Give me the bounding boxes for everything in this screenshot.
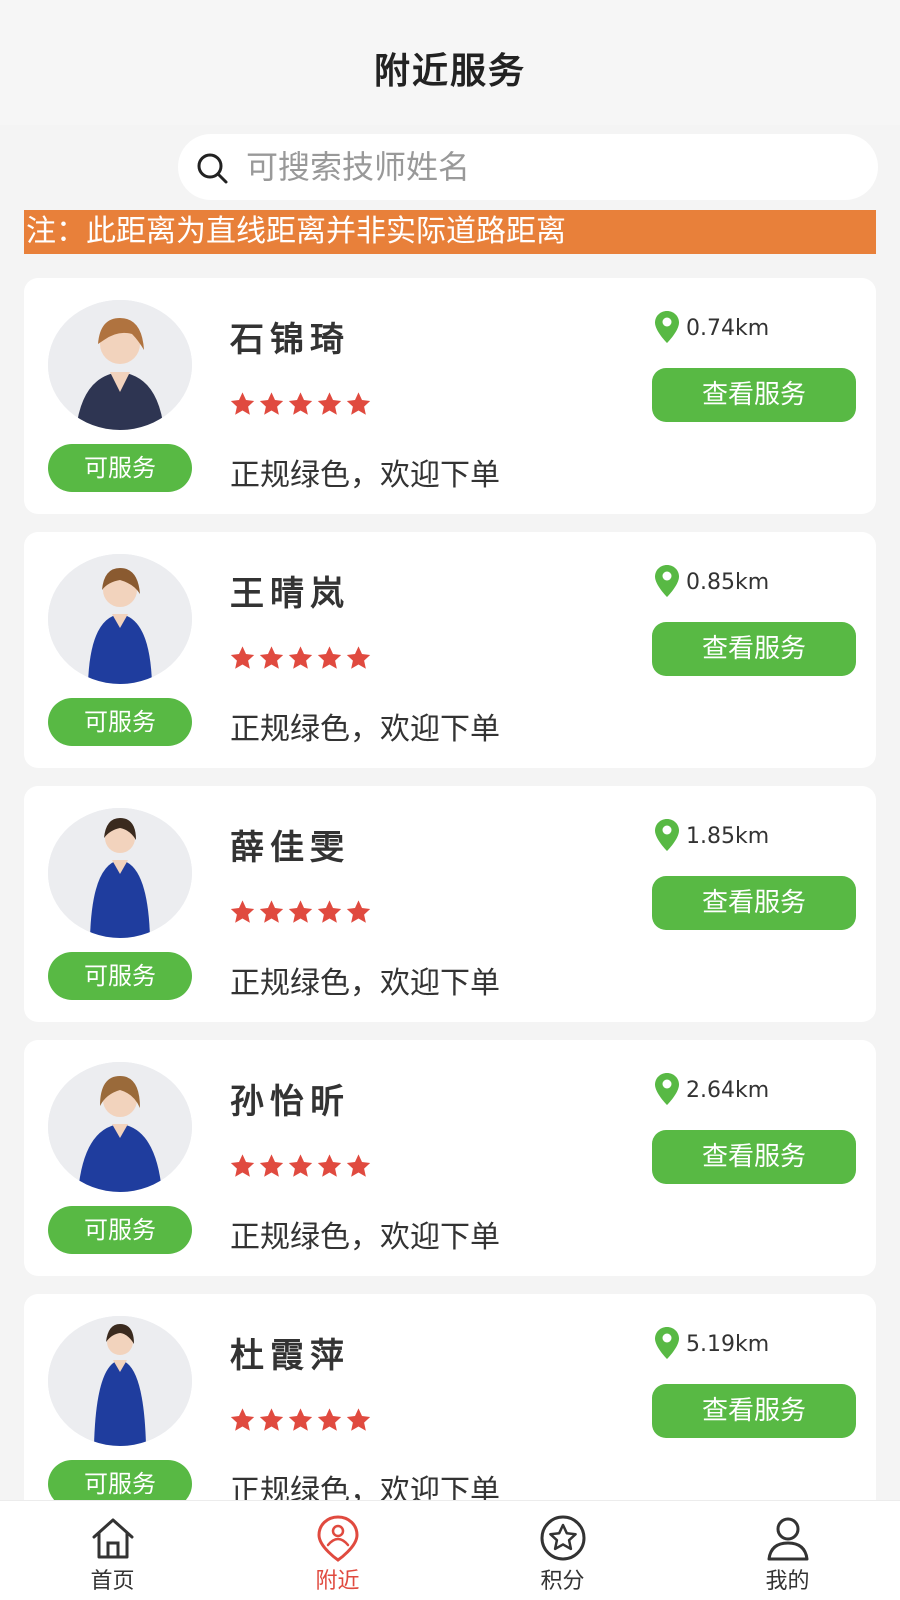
star-icon: [346, 1408, 371, 1431]
location-pin-icon: [655, 1327, 679, 1359]
technician-card[interactable]: 可服务 孙怡昕 正规绿色，欢迎下单 2.64km 查看服务: [24, 1040, 876, 1276]
avatar: [48, 554, 192, 684]
technician-name: 孙怡昕: [230, 1082, 350, 1122]
star-icon: [259, 646, 284, 669]
status-badge: 可服务: [48, 698, 192, 746]
star-icon: [259, 1408, 284, 1431]
distance: 0.85km: [654, 558, 769, 598]
avatar: [48, 1062, 192, 1192]
header: 附近服务: [0, 0, 900, 125]
search-icon: [197, 153, 228, 184]
location-pin-icon: [655, 819, 679, 851]
distance-notice: 注：此距离为直线距离并非实际道路距离: [24, 210, 876, 254]
location-pin-icon: [655, 311, 679, 343]
distance-value: 2.64km: [686, 1078, 770, 1103]
technician-description: 正规绿色，欢迎下单: [230, 966, 500, 1001]
tab-points[interactable]: 积分: [450, 1501, 675, 1600]
location-pin-icon: [655, 1073, 679, 1105]
distance: 0.74km: [654, 304, 769, 344]
star-icon: [288, 900, 313, 923]
status-badge: 可服务: [48, 444, 192, 492]
rating-stars: [228, 1406, 373, 1436]
bottom-tab-bar: 首页 附近 积分 我的: [0, 1500, 900, 1600]
profile-icon: [767, 1517, 809, 1561]
star-icon: [288, 646, 313, 669]
technician-card[interactable]: 可服务 杜霞萍 正规绿色，欢迎下单 5.19km 查看服务: [24, 1294, 876, 1500]
tab-mine[interactable]: 我的: [675, 1501, 900, 1600]
tab-nearby[interactable]: 附近: [225, 1501, 450, 1600]
technician-description: 正规绿色，欢迎下单: [230, 458, 500, 493]
rating-stars: [228, 898, 373, 928]
tab-label: 附近: [315, 1569, 360, 1594]
distance-value: 0.74km: [686, 316, 770, 341]
star-icon: [259, 392, 284, 415]
star-icon: [317, 1154, 342, 1177]
rating-stars: [228, 390, 373, 420]
points-star-icon: [540, 1515, 586, 1561]
tab-label: 我的: [765, 1569, 810, 1594]
technician-name: 杜霞萍: [230, 1336, 350, 1376]
distance: 2.64km: [654, 1066, 769, 1106]
avatar: [48, 1316, 192, 1446]
star-icon: [346, 900, 371, 923]
view-service-button[interactable]: 查看服务: [652, 622, 856, 676]
technician-description: 正规绿色，欢迎下单: [230, 712, 500, 747]
distance: 5.19km: [654, 1320, 769, 1360]
technician-name: 石锦琦: [230, 320, 350, 360]
avatar: [48, 300, 192, 430]
technician-name: 王晴岚: [230, 574, 350, 614]
technician-card[interactable]: 可服务 石锦琦 正规绿色，欢迎下单 0.74km 查看服务: [24, 278, 876, 514]
status-badge: 可服务: [48, 1460, 192, 1500]
star-icon: [230, 1408, 255, 1431]
view-service-button[interactable]: 查看服务: [652, 1130, 856, 1184]
star-icon: [259, 1154, 284, 1177]
star-icon: [288, 392, 313, 415]
avatar: [48, 808, 192, 938]
technician-description: 正规绿色，欢迎下单: [230, 1220, 500, 1255]
technician-name: 薛佳雯: [230, 828, 350, 868]
star-icon: [346, 392, 371, 415]
search-input[interactable]: [246, 134, 846, 200]
technician-card[interactable]: 可服务 薛佳雯 正规绿色，欢迎下单 1.85km 查看服务: [24, 786, 876, 1022]
location-pin-icon: [655, 565, 679, 597]
star-icon: [346, 646, 371, 669]
star-icon: [230, 646, 255, 669]
distance: 1.85km: [654, 812, 769, 852]
view-service-button[interactable]: 查看服务: [652, 368, 856, 422]
star-icon: [317, 1408, 342, 1431]
star-icon: [230, 1154, 255, 1177]
home-icon: [92, 1518, 134, 1559]
view-service-button[interactable]: 查看服务: [652, 1384, 856, 1438]
star-icon: [317, 646, 342, 669]
tab-label: 首页: [90, 1569, 135, 1594]
rating-stars: [228, 1152, 373, 1182]
star-icon: [288, 1408, 313, 1431]
star-icon: [317, 392, 342, 415]
tab-label: 积分: [540, 1569, 585, 1594]
technician-list[interactable]: 可服务 石锦琦 正规绿色，欢迎下单 0.74km 查看服务 可服务 王晴岚 正规…: [24, 278, 876, 1500]
technician-description: 正规绿色，欢迎下单: [230, 1474, 500, 1500]
star-icon: [288, 1154, 313, 1177]
nearby-icon: [317, 1515, 359, 1562]
star-icon: [230, 900, 255, 923]
rating-stars: [228, 644, 373, 674]
status-badge: 可服务: [48, 952, 192, 1000]
distance-value: 5.19km: [686, 1332, 770, 1357]
technician-card[interactable]: 可服务 王晴岚 正规绿色，欢迎下单 0.85km 查看服务: [24, 532, 876, 768]
distance-value: 1.85km: [686, 824, 770, 849]
view-service-button[interactable]: 查看服务: [652, 876, 856, 930]
star-icon: [317, 900, 342, 923]
distance-value: 0.85km: [686, 570, 770, 595]
status-badge: 可服务: [48, 1206, 192, 1254]
tab-home[interactable]: 首页: [0, 1501, 225, 1600]
star-icon: [346, 1154, 371, 1177]
star-icon: [259, 900, 284, 923]
search-bar[interactable]: [178, 134, 878, 200]
star-icon: [230, 392, 255, 415]
page-title: 附近服务: [373, 51, 526, 92]
